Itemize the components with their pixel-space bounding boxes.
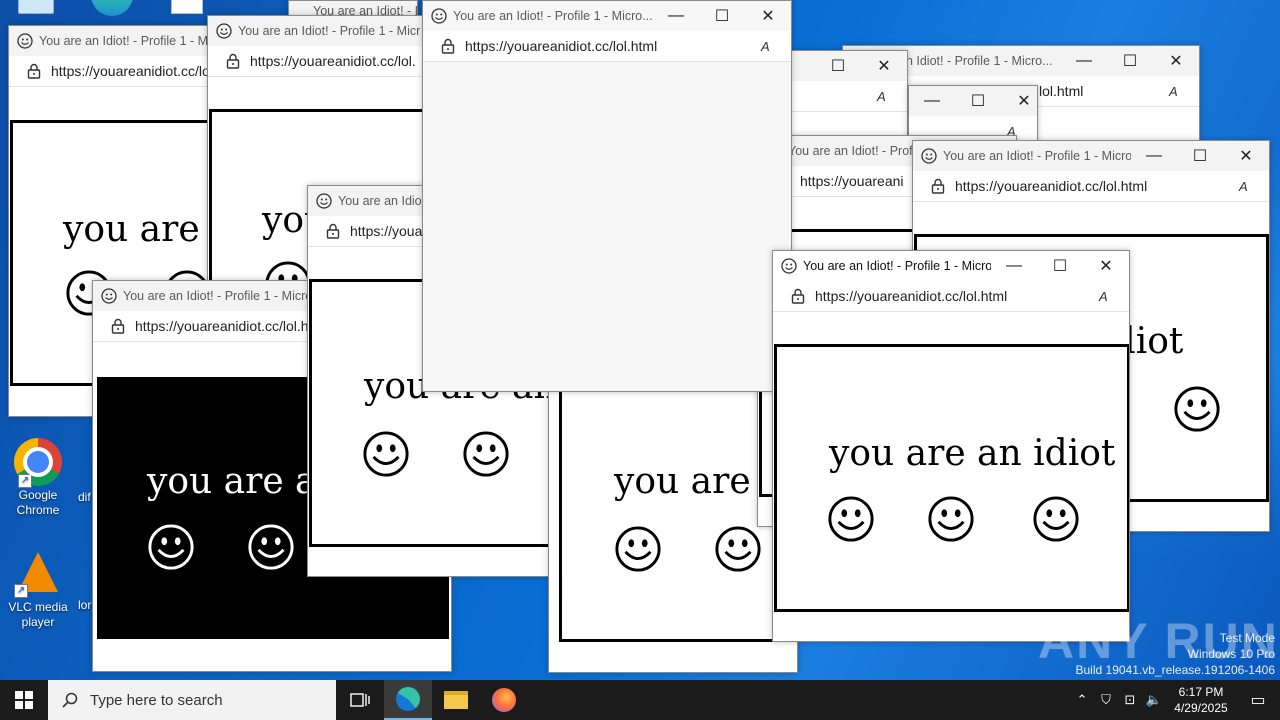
- close-button[interactable]: ✕: [861, 51, 907, 81]
- smiley-icon: [247, 523, 295, 571]
- close-button[interactable]: ✕: [745, 1, 791, 31]
- smiley-favicon-icon: [216, 23, 232, 39]
- lock-icon: [27, 63, 41, 79]
- maximize-button[interactable]: ☐: [699, 1, 745, 31]
- start-button[interactable]: [0, 680, 48, 720]
- window-title: an Idiot! - Profile 1 - Micro...: [899, 54, 1053, 68]
- chevron-up-icon[interactable]: ⌃: [1070, 692, 1094, 708]
- smiley-icon: [1032, 495, 1080, 543]
- smiley-icon: [614, 525, 662, 573]
- read-aloud-icon[interactable]: A: [1239, 179, 1269, 194]
- desktop: ↗ Google Chrome ↗ VLC media player dif l…: [0, 0, 1280, 680]
- firefox-icon: [492, 688, 516, 712]
- smiley-favicon-icon: [17, 33, 33, 49]
- system-tray: ⌃ ⛉ ⊡ 🔈 6:17 PM 4/29/2025 ▭: [1070, 680, 1280, 720]
- address-bar-url[interactable]: https://youareanidiot.cc/lol.html: [815, 288, 1099, 304]
- chrome-icon: ↗: [14, 438, 62, 488]
- address-bar-url[interactable]: https://youareanidiot.cc/lol.html: [955, 178, 1239, 194]
- minimize-button[interactable]: —: [653, 1, 699, 31]
- smiley-icon: [927, 495, 975, 543]
- taskbar-search[interactable]: Type here to search: [48, 680, 336, 720]
- taskbar: Type here to search ⌃ ⛉ ⊡ 🔈 6:17 PM 4/29…: [0, 680, 1280, 720]
- clock-time: 6:17 PM: [1178, 685, 1224, 699]
- maximize-button[interactable]: ☐: [1037, 251, 1083, 281]
- read-aloud-icon[interactable]: A: [1099, 289, 1129, 304]
- maximize-button[interactable]: ☐: [1177, 141, 1223, 171]
- taskbar-edge[interactable]: [384, 680, 432, 720]
- smiley-icon: [462, 430, 510, 478]
- smiley-icon: [714, 525, 762, 573]
- loading-favicon-icon: [921, 148, 937, 164]
- clock[interactable]: 6:17 PM 4/29/2025: [1166, 684, 1236, 716]
- volume-icon[interactable]: 🔈: [1142, 692, 1166, 708]
- read-aloud-icon[interactable]: A: [1169, 84, 1199, 99]
- read-aloud-icon[interactable]: A: [761, 39, 791, 54]
- chrome-desktop-icon[interactable]: ↗ Google Chrome: [0, 438, 76, 518]
- browser-window-front[interactable]: You are an Idiot! - Profile 1 - Micro...…: [772, 250, 1130, 642]
- smiley-favicon-icon: [316, 193, 332, 209]
- vlc-desktop-icon[interactable]: ↗ VLC media player: [0, 548, 76, 630]
- network-icon[interactable]: ⊡: [1118, 692, 1142, 708]
- window-title: You are an Idiot! - Profile 1 - Micro...: [453, 9, 653, 23]
- idiot-text: you are an idiot: [829, 433, 1116, 474]
- maximize-button[interactable]: ☐: [1107, 46, 1153, 76]
- lock-icon: [326, 223, 340, 239]
- address-bar-url[interactable]: https://youareanidiot.cc/lol.html: [465, 38, 761, 54]
- idiot-page: you are an idiot: [774, 344, 1129, 612]
- search-icon: [62, 692, 78, 708]
- partial-icon-label-1[interactable]: dif: [78, 490, 91, 504]
- close-button[interactable]: ✕: [1153, 46, 1199, 76]
- lock-icon: [226, 53, 240, 69]
- file-desktop-icon[interactable]: [162, 0, 212, 14]
- window-title: You are an Idiot! - Profile 1 - Micro...: [803, 259, 991, 273]
- loading-favicon-icon: [431, 8, 447, 24]
- notification-icon[interactable]: ▭: [1236, 690, 1280, 710]
- smiley-favicon-icon: [781, 258, 797, 274]
- chrome-label: Google Chrome: [16, 488, 60, 517]
- watermark-line: Build 19041.vb_release.191206-1406: [1075, 663, 1276, 677]
- browser-window-8[interactable]: You are an Idiot! - Profile 1 - Micro...…: [422, 0, 792, 392]
- task-view-icon: [350, 693, 370, 707]
- task-view-button[interactable]: [336, 680, 384, 720]
- address-bar-url[interactable]: https://youareanidiot.cc/lol.: [250, 53, 436, 69]
- window-title: You are an Idiot! - Profile 1 - Micro...: [943, 149, 1131, 163]
- clock-date: 4/29/2025: [1174, 701, 1228, 715]
- browser-window-back-c[interactable]: ☐ ✕ A: [790, 50, 908, 140]
- smiley-icon: [147, 523, 195, 571]
- smiley-icon: [362, 430, 410, 478]
- security-icon[interactable]: ⛉: [1094, 692, 1118, 708]
- close-button[interactable]: ✕: [1001, 86, 1037, 116]
- windows-watermark: Test Mode Windows 10 Pro Build 19041.vb_…: [1076, 630, 1276, 678]
- recycle-bin-icon[interactable]: [6, 0, 66, 14]
- maximize-button[interactable]: ☐: [815, 51, 861, 81]
- edge-desktop-icon[interactable]: [82, 0, 142, 16]
- taskbar-file-explorer[interactable]: [432, 680, 480, 720]
- smiley-favicon-icon: [101, 288, 117, 304]
- watermark-line: Test Mode: [1219, 631, 1275, 645]
- smiley-icon: [1173, 385, 1221, 433]
- maximize-button[interactable]: ☐: [955, 86, 1001, 116]
- smiley-icon: [827, 495, 875, 543]
- search-placeholder: Type here to search: [90, 691, 223, 709]
- read-aloud-icon[interactable]: A: [877, 89, 907, 104]
- lock-icon: [931, 178, 945, 194]
- close-button[interactable]: ✕: [1083, 251, 1129, 281]
- lock-icon: [111, 318, 125, 334]
- minimize-button[interactable]: —: [991, 251, 1037, 281]
- window-title: You are an Idiot! - Profile 1 - Micr: [238, 24, 421, 38]
- lock-icon: [441, 38, 455, 54]
- edge-icon: [396, 687, 420, 711]
- minimize-button[interactable]: —: [909, 86, 955, 116]
- minimize-button[interactable]: —: [1131, 141, 1177, 171]
- watermark-line: Windows 10 Pro: [1187, 647, 1275, 661]
- taskbar-firefox[interactable]: [480, 680, 528, 720]
- lock-icon: [791, 288, 805, 304]
- windows-logo-icon: [15, 691, 33, 709]
- partial-icon-label-2[interactable]: lor: [78, 598, 91, 612]
- folder-icon: [444, 691, 468, 709]
- close-button[interactable]: ✕: [1223, 141, 1269, 171]
- minimize-button[interactable]: —: [1061, 46, 1107, 76]
- address-bar-url[interactable]: lol.html: [1039, 83, 1169, 99]
- vlc-label: VLC media player: [8, 600, 68, 629]
